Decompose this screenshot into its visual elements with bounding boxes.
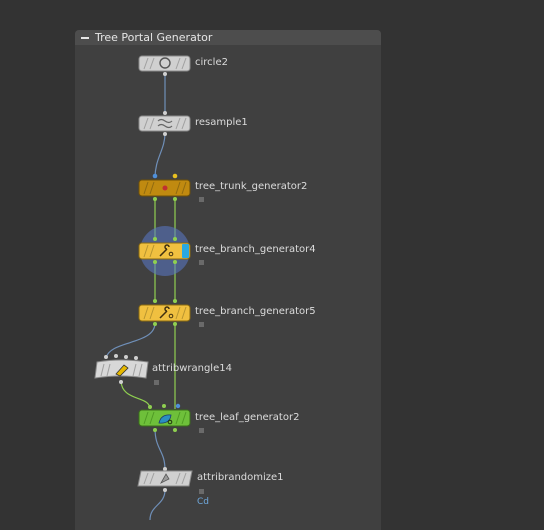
node-resample1[interactable] bbox=[138, 111, 191, 136]
node-label-attribwrangle14: attribwrangle14 bbox=[152, 363, 232, 374]
node-attribrandomize1[interactable] bbox=[137, 467, 204, 494]
node-label-tree-branch-generator4: tree_branch_generator4 bbox=[195, 244, 316, 255]
node-circle2[interactable] bbox=[138, 55, 191, 76]
wire-wrangle-leaf bbox=[120, 379, 151, 410]
wire-branch5-wrangle bbox=[105, 322, 156, 359]
wire-leaf-randomize bbox=[154, 427, 166, 471]
node-graph bbox=[94, 55, 204, 520]
node-label-attribrandomize1: attribrandomize1 bbox=[197, 472, 284, 483]
wire-resample-trunk bbox=[154, 132, 166, 179]
node-label-tree-leaf-generator2: tree_leaf_generator2 bbox=[195, 412, 300, 423]
node-label-tree-trunk-generator2: tree_trunk_generator2 bbox=[195, 181, 308, 192]
attribute-badge-cd: Cd bbox=[197, 497, 209, 507]
node-attribwrangle14[interactable] bbox=[94, 354, 159, 385]
wire-randomize-out bbox=[149, 489, 166, 520]
trunk-icon bbox=[162, 185, 168, 191]
node-label-tree-branch-generator5: tree_branch_generator5 bbox=[195, 306, 316, 317]
node-label-circle2: circle2 bbox=[195, 57, 228, 68]
node-label-resample1: resample1 bbox=[195, 117, 248, 128]
wires bbox=[105, 72, 176, 520]
